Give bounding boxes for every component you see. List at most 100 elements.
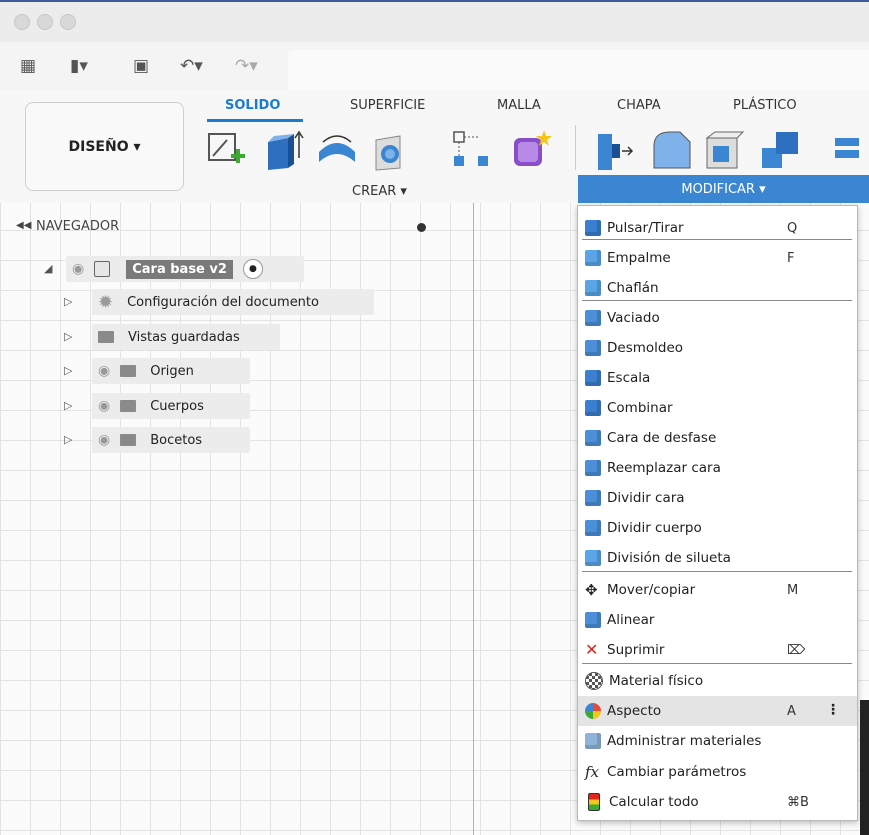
menu-item-compute-all[interactable]: Calcular todo ⌘B bbox=[578, 787, 857, 817]
sweep-icon[interactable] bbox=[370, 128, 414, 172]
browser-node-document-settings[interactable]: ▷ ✹ Configuración del documento bbox=[64, 289, 374, 315]
visibility-eye-icon[interactable]: ◉ bbox=[98, 363, 110, 379]
menu-item-split-body[interactable]: Dividir cuerpo bbox=[578, 513, 857, 543]
node-label: Configuración del documento bbox=[127, 294, 319, 310]
browser-node-origin[interactable]: ▷ ◉ Origen bbox=[64, 358, 250, 384]
pattern-icon[interactable] bbox=[450, 128, 494, 172]
modificar-menu: Pulsar/Tirar Q Empalme F Chaflán Vaciado Desmo… bbox=[577, 205, 858, 821]
component-icon bbox=[94, 261, 111, 277]
menu-item-fillet[interactable]: Empalme F bbox=[578, 243, 857, 273]
replace-face-icon bbox=[585, 460, 601, 476]
close-window-button[interactable] bbox=[14, 14, 30, 30]
scale-icon bbox=[585, 370, 601, 386]
menu-item-shortcut: M bbox=[787, 583, 799, 598]
expand-triangle-icon[interactable]: ◢ bbox=[44, 262, 52, 275]
combine-icon bbox=[585, 400, 601, 416]
browser-node-sketches[interactable]: ▷ ◉ Bocetos bbox=[64, 427, 250, 453]
menu-item-label: Administrar materiales bbox=[607, 733, 762, 749]
undo-icon[interactable]: ↶▾ bbox=[180, 56, 203, 76]
menu-item-label: Aspecto bbox=[607, 703, 662, 719]
tab-solido[interactable]: SOLIDO bbox=[225, 98, 280, 113]
shell-tool-icon[interactable] bbox=[703, 128, 747, 172]
menu-item-appearance[interactable]: Aspecto A ⋮ bbox=[578, 696, 857, 726]
menu-item-label: Escala bbox=[607, 370, 651, 386]
menu-item-move[interactable]: ✥ Mover/copiar M bbox=[578, 575, 857, 605]
revolve-icon[interactable] bbox=[315, 128, 359, 172]
navigator-header: ◀◀ NAVEGADOR bbox=[0, 212, 450, 242]
tab-superficie[interactable]: SUPERFICIE bbox=[350, 98, 425, 113]
split-body-icon bbox=[585, 520, 601, 536]
extrude-icon[interactable] bbox=[262, 128, 306, 172]
appearance-icon bbox=[585, 703, 601, 719]
minimize-window-button[interactable] bbox=[37, 14, 53, 30]
zoom-window-button[interactable] bbox=[60, 14, 76, 30]
more-options-icon[interactable]: ⋮ bbox=[826, 702, 840, 718]
menu-item-silhouette-split[interactable]: División de silueta bbox=[578, 543, 857, 573]
navigator-pin-icon[interactable] bbox=[417, 223, 426, 232]
navigator-title: NAVEGADOR bbox=[36, 219, 120, 234]
node-label: Bocetos bbox=[150, 432, 203, 448]
menu-item-label: Calcular todo bbox=[609, 794, 699, 810]
workspace-dropdown[interactable]: DISEÑO ▾ bbox=[25, 102, 184, 191]
shell-icon bbox=[585, 310, 601, 326]
menu-item-label: Empalme bbox=[607, 250, 671, 266]
activate-radio-icon[interactable]: ● bbox=[242, 259, 263, 279]
menu-item-shell[interactable]: Vaciado bbox=[578, 303, 857, 333]
menu-item-combine[interactable]: Combinar bbox=[578, 393, 857, 423]
node-row[interactable]: ◉ Origen bbox=[92, 358, 250, 384]
expand-triangle-icon[interactable]: ▷ bbox=[64, 330, 72, 343]
browser-node-bodies[interactable]: ▷ ◉ Cuerpos bbox=[64, 393, 250, 419]
document-tab[interactable] bbox=[288, 50, 869, 90]
split-face-icon bbox=[585, 490, 601, 506]
node-row[interactable]: ◉ Bocetos bbox=[92, 427, 250, 453]
visibility-eye-icon[interactable]: ◉ bbox=[98, 398, 110, 414]
manage-materials-icon bbox=[585, 733, 601, 749]
tab-malla[interactable]: MALLA bbox=[497, 98, 541, 113]
offset-face-tool-icon[interactable] bbox=[815, 128, 859, 172]
node-row[interactable]: Vistas guardadas bbox=[92, 324, 280, 350]
menu-item-replace-face[interactable]: Reemplazar cara bbox=[578, 453, 857, 483]
expand-triangle-icon[interactable]: ▷ bbox=[64, 399, 72, 412]
press-pull-tool-icon[interactable] bbox=[592, 128, 636, 172]
align-icon bbox=[585, 612, 601, 628]
menu-item-press-pull[interactable]: Pulsar/Tirar Q bbox=[578, 213, 857, 243]
menu-item-chamfer[interactable]: Chaflán bbox=[578, 273, 857, 303]
menu-item-scale[interactable]: Escala bbox=[578, 363, 857, 393]
browser-root-node[interactable]: ◢ ◉ Cara base v2 ● bbox=[44, 256, 304, 282]
menu-item-offset-face[interactable]: Cara de desfase bbox=[578, 423, 857, 453]
title-bar bbox=[0, 0, 869, 42]
node-row[interactable]: ◉ Cuerpos bbox=[92, 393, 250, 419]
save-icon[interactable]: ▣ bbox=[133, 56, 149, 76]
draft-icon bbox=[585, 340, 601, 356]
fillet-tool-icon[interactable] bbox=[650, 128, 694, 172]
redo-icon[interactable]: ↷▾ bbox=[235, 56, 258, 76]
tab-plastico[interactable]: PLÁSTICO bbox=[733, 98, 797, 113]
tab-chapa[interactable]: CHAPA bbox=[617, 98, 661, 113]
folder-icon bbox=[120, 400, 137, 412]
menu-item-draft[interactable]: Desmoldeo bbox=[578, 333, 857, 363]
menu-item-align[interactable]: Alinear bbox=[578, 605, 857, 635]
crear-group-dropdown[interactable]: CREAR ▾ bbox=[352, 184, 407, 199]
create-sketch-icon[interactable] bbox=[205, 128, 249, 172]
file-icon[interactable]: ▮▾ bbox=[70, 56, 88, 76]
menu-item-label: Material físico bbox=[609, 673, 704, 689]
expand-triangle-icon[interactable]: ▷ bbox=[64, 295, 72, 308]
menu-item-fx[interactable]: fx Cambiar parámetros bbox=[578, 757, 857, 787]
root-node-row[interactable]: ◉ Cara base v2 ● bbox=[66, 256, 304, 282]
menu-item-delete[interactable]: ✕ Suprimir ⌦ bbox=[578, 635, 857, 665]
menu-item-physical-material[interactable]: Material físico bbox=[578, 666, 857, 696]
combine-tool-icon[interactable] bbox=[758, 128, 802, 172]
press-pull-icon bbox=[585, 220, 601, 236]
collapse-navigator-icon[interactable]: ◀◀ bbox=[16, 220, 31, 231]
menu-item-manage-materials[interactable]: Administrar materiales bbox=[578, 726, 857, 756]
browser-node-saved-views[interactable]: ▷ Vistas guardadas bbox=[64, 324, 280, 350]
node-row[interactable]: ✹ Configuración del documento bbox=[92, 289, 374, 315]
expand-triangle-icon[interactable]: ▷ bbox=[64, 433, 72, 446]
grid-icon[interactable]: ▦ bbox=[20, 56, 36, 76]
create-form-icon[interactable] bbox=[508, 128, 552, 172]
expand-triangle-icon[interactable]: ▷ bbox=[64, 364, 72, 377]
modificar-group-dropdown[interactable]: MODIFICAR ▾ bbox=[578, 175, 869, 203]
visibility-eye-icon[interactable]: ◉ bbox=[72, 261, 84, 277]
visibility-eye-icon[interactable]: ◉ bbox=[98, 432, 110, 448]
menu-item-split-face[interactable]: Dividir cara bbox=[578, 483, 857, 513]
